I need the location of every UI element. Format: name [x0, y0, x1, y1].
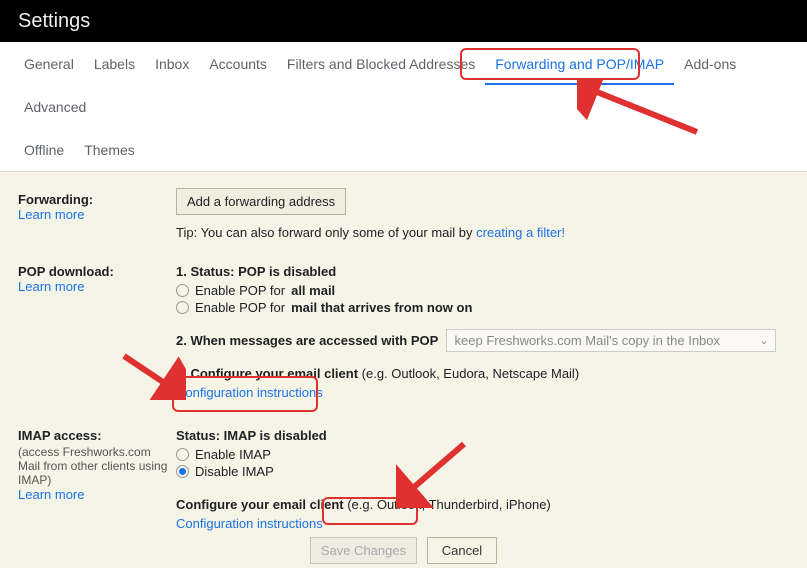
save-changes-button[interactable]: Save Changes: [310, 537, 417, 564]
imap-configure-label: Configure your email client: [176, 497, 344, 512]
pop-radio-new-mail[interactable]: [176, 301, 189, 314]
pop-configure-label: 3. Configure your email client: [176, 366, 358, 381]
tab-filters[interactable]: Filters and Blocked Addresses: [277, 42, 485, 85]
imap-status-prefix: Status:: [176, 428, 224, 443]
cancel-button[interactable]: Cancel: [427, 537, 497, 564]
tab-advanced[interactable]: Advanced: [14, 85, 96, 128]
section-pop: POP download: Learn more 1. Status: POP …: [18, 254, 789, 418]
pop-accessed-label: 2. When messages are accessed with POP: [176, 333, 438, 348]
add-forwarding-address-button[interactable]: Add a forwarding address: [176, 188, 346, 215]
tab-inbox[interactable]: Inbox: [145, 42, 199, 85]
forwarding-learn-more-link[interactable]: Learn more: [18, 207, 84, 222]
tab-accounts[interactable]: Accounts: [199, 42, 277, 85]
pop-opt-new-bold: mail that arrives from now on: [291, 300, 472, 315]
tab-general[interactable]: General: [14, 42, 84, 85]
pop-opt-all-prefix: Enable POP for: [195, 283, 285, 298]
pop-config-instructions-link[interactable]: Configuration instructions: [176, 385, 323, 400]
pop-opt-new-prefix: Enable POP for: [195, 300, 285, 315]
settings-tabstrip: General Labels Inbox Accounts Filters an…: [0, 42, 807, 172]
tab-addons[interactable]: Add-ons: [674, 42, 746, 85]
section-forwarding: Forwarding: Learn more Add a forwarding …: [18, 182, 789, 254]
pop-label: POP download:: [18, 264, 176, 279]
pop-learn-more-link[interactable]: Learn more: [18, 279, 84, 294]
pop-status-value: POP is disabled: [238, 264, 336, 279]
bottom-button-row: Save Changes Cancel: [18, 543, 789, 558]
top-bar: Settings: [0, 0, 807, 42]
pop-radio-all-mail[interactable]: [176, 284, 189, 297]
pop-access-select[interactable]: keep Freshworks.com Mail's copy in the I…: [446, 329, 776, 352]
imap-learn-more-link[interactable]: Learn more: [18, 487, 84, 502]
chevron-down-icon: ⌄: [759, 334, 768, 347]
imap-radio-enable[interactable]: [176, 448, 189, 461]
imap-enable-label: Enable IMAP: [195, 447, 271, 462]
imap-label: IMAP access:: [18, 428, 176, 443]
tab-labels[interactable]: Labels: [84, 42, 145, 85]
pop-access-selected-value: keep Freshworks.com Mail's copy in the I…: [455, 333, 720, 348]
section-imap: IMAP access: (access Freshworks.com Mail…: [18, 418, 789, 535]
forwarding-label: Forwarding:: [18, 192, 176, 207]
pop-opt-all-bold: all mail: [291, 283, 335, 298]
imap-config-instructions-link[interactable]: Configuration instructions: [176, 516, 323, 531]
tab-themes[interactable]: Themes: [74, 128, 145, 171]
imap-disable-label: Disable IMAP: [195, 464, 274, 479]
create-filter-link[interactable]: creating a filter!: [476, 225, 565, 240]
settings-content: Forwarding: Learn more Add a forwarding …: [0, 172, 807, 568]
imap-sub-hint: (access Freshworks.com Mail from other c…: [18, 445, 176, 487]
forwarding-tip-text: Tip: You can also forward only some of y…: [176, 225, 476, 240]
page-title: Settings: [18, 10, 90, 33]
tab-offline[interactable]: Offline: [14, 128, 74, 171]
pop-configure-hint: (e.g. Outlook, Eudora, Netscape Mail): [358, 366, 579, 381]
imap-radio-disable[interactable]: [176, 465, 189, 478]
tab-forwarding[interactable]: Forwarding and POP/IMAP: [485, 42, 674, 85]
pop-status-prefix: 1. Status:: [176, 264, 238, 279]
imap-configure-hint: (e.g. Outlook, Thunderbird, iPhone): [344, 497, 551, 512]
imap-status-value: IMAP is disabled: [224, 428, 327, 443]
